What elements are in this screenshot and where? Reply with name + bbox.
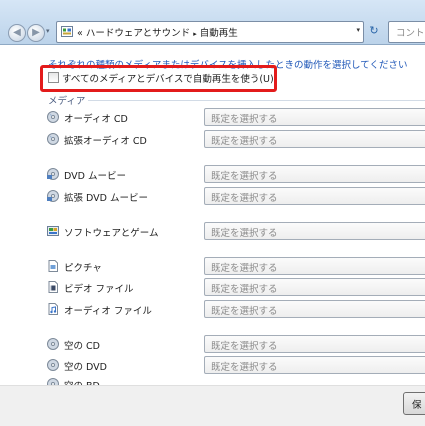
refresh-icon: ↻ bbox=[369, 24, 379, 37]
forward-button[interactable]: ▶ bbox=[27, 24, 45, 42]
search-placeholder: コントロー bbox=[396, 28, 425, 39]
media-row-blank-dvd: 空の DVD 既定を選択する bbox=[0, 356, 425, 374]
dropdown-value: 既定を選択する bbox=[211, 284, 278, 295]
dropdown-value: 既定を選択する bbox=[211, 341, 278, 352]
media-label: ソフトウェアとゲーム bbox=[64, 228, 159, 239]
chevron-down-icon: ▾ bbox=[46, 27, 50, 35]
action-dropdown[interactable]: 既定を選択する bbox=[204, 335, 425, 353]
dvd-icon bbox=[47, 168, 59, 180]
breadcrumb-separator-icon[interactable]: ▸ bbox=[193, 30, 197, 38]
forward-arrow-icon: ▶ bbox=[32, 27, 40, 38]
control-panel-icon bbox=[61, 26, 73, 37]
dvd-icon bbox=[47, 190, 59, 202]
breadcrumb-autoplay[interactable]: 自動再生 bbox=[200, 28, 238, 39]
action-dropdown[interactable]: 既定を選択する bbox=[204, 187, 425, 205]
media-label: 拡張オーディオ CD bbox=[64, 136, 147, 147]
save-button[interactable]: 保 bbox=[403, 392, 425, 415]
dropdown-value: 既定を選択する bbox=[211, 193, 278, 204]
media-label: オーディオ CD bbox=[64, 114, 128, 125]
action-dropdown[interactable]: 既定を選択する bbox=[204, 130, 425, 148]
media-row-dvd-movie: DVD ムービー 既定を選択する bbox=[0, 165, 425, 183]
search-input[interactable]: コントロー bbox=[388, 21, 425, 43]
media-label: ピクチャ bbox=[64, 263, 102, 274]
address-dropdown-icon[interactable]: ▾ bbox=[356, 26, 360, 34]
dropdown-value: 既定を選択する bbox=[211, 263, 278, 274]
media-row-blank-cd: 空の CD 既定を選択する bbox=[0, 335, 425, 353]
autoplay-settings-panel: それぞれの種類のメディアまたはデバイスを挿入したときの動作を選択してください す… bbox=[0, 45, 425, 425]
action-dropdown[interactable]: 既定を選択する bbox=[204, 278, 425, 296]
action-dropdown[interactable]: 既定を選択する bbox=[204, 222, 425, 240]
action-dropdown[interactable]: 既定を選択する bbox=[204, 108, 425, 126]
media-row-enhanced-audio-cd: 拡張オーディオ CD 既定を選択する bbox=[0, 130, 425, 148]
media-label: 拡張 DVD ムービー bbox=[64, 193, 149, 204]
section-divider bbox=[88, 100, 425, 101]
media-row-software-and-games: ソフトウェアとゲーム 既定を選択する bbox=[0, 222, 425, 240]
media-row-audio-cd: オーディオ CD 既定を選択する bbox=[0, 108, 425, 126]
highlight-box bbox=[40, 65, 277, 92]
media-row-audio-files: オーディオ ファイル 既定を選択する bbox=[0, 300, 425, 318]
dropdown-value: 既定を選択する bbox=[211, 228, 278, 239]
breadcrumb-hardware-and-sound[interactable]: ハードウェアとサウンド bbox=[86, 28, 190, 39]
media-label: DVD ムービー bbox=[64, 171, 126, 182]
media-row-enhanced-dvd-movie: 拡張 DVD ムービー 既定を選択する bbox=[0, 187, 425, 205]
media-label: オーディオ ファイル bbox=[64, 306, 152, 317]
back-button[interactable]: ◀ bbox=[8, 24, 26, 42]
button-bar: 保 bbox=[0, 385, 425, 426]
media-row-pictures: ピクチャ 既定を選択する bbox=[0, 257, 425, 275]
action-dropdown[interactable]: 既定を選択する bbox=[204, 300, 425, 318]
breadcrumb: « ハードウェアとサウンド ▸ 自動再生 bbox=[77, 25, 238, 39]
cd-icon bbox=[47, 133, 59, 145]
action-dropdown[interactable]: 既定を選択する bbox=[204, 257, 425, 275]
save-button-label: 保 bbox=[412, 400, 422, 411]
cd-icon bbox=[47, 338, 59, 350]
section-heading-media: メディア bbox=[48, 96, 86, 107]
software-icon bbox=[47, 226, 59, 236]
dropdown-value: 既定を選択する bbox=[211, 362, 278, 373]
dropdown-value: 既定を選択する bbox=[211, 136, 278, 147]
action-dropdown[interactable]: 既定を選択する bbox=[204, 165, 425, 183]
media-row-video-files: ビデオ ファイル 既定を選択する bbox=[0, 278, 425, 296]
media-label: 空の CD bbox=[64, 341, 100, 352]
breadcrumb-overflow[interactable]: « bbox=[77, 28, 83, 39]
dropdown-value: 既定を選択する bbox=[211, 171, 278, 182]
back-arrow-icon: ◀ bbox=[13, 27, 21, 38]
media-label: ビデオ ファイル bbox=[64, 284, 134, 295]
recent-pages-dropdown[interactable]: ▾ bbox=[46, 27, 50, 35]
picture-file-icon bbox=[48, 260, 58, 272]
dropdown-value: 既定を選択する bbox=[211, 114, 278, 125]
video-file-icon bbox=[48, 281, 58, 293]
refresh-button[interactable]: ↻ bbox=[366, 22, 382, 40]
address-bar[interactable]: « ハードウェアとサウンド ▸ 自動再生 ▾ bbox=[56, 21, 364, 43]
cd-icon bbox=[47, 111, 59, 123]
action-dropdown[interactable]: 既定を選択する bbox=[204, 356, 425, 374]
navigation-bar: ◀ ▶ ▾ « ハードウェアとサウンド ▸ 自動再生 ▾ ↻ コントロー bbox=[0, 0, 425, 45]
dropdown-value: 既定を選択する bbox=[211, 306, 278, 317]
dvd-icon bbox=[47, 359, 59, 371]
media-label: 空の DVD bbox=[64, 362, 107, 373]
audio-file-icon bbox=[48, 303, 58, 315]
